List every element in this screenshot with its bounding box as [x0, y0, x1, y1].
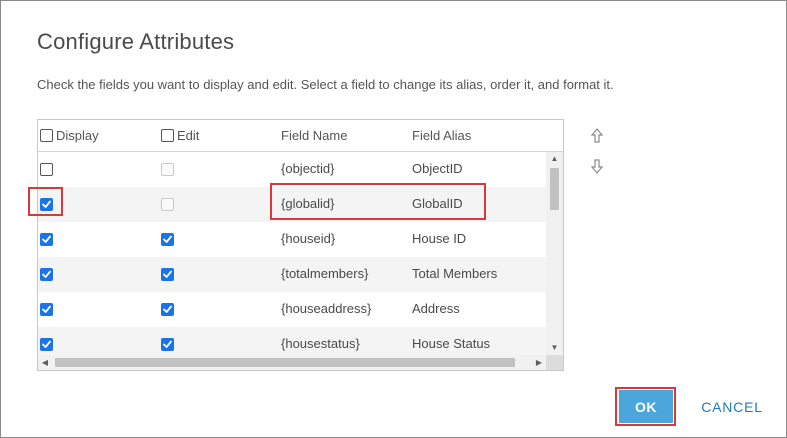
field-name-cell: {globalid} [281, 196, 335, 211]
table-row[interactable]: {objectid} ObjectID [38, 152, 546, 187]
table-row[interactable]: {houseaddress} Address [38, 292, 546, 327]
scroll-right-arrow-icon[interactable]: ▶ [532, 355, 546, 370]
display-checkbox[interactable] [40, 268, 53, 281]
edit-checkbox [161, 163, 174, 176]
field-alias-cell: Total Members [412, 266, 498, 281]
scroll-down-arrow-icon[interactable]: ▼ [546, 341, 563, 355]
header-field-name: Field Name [281, 128, 348, 143]
display-checkbox[interactable] [40, 303, 53, 316]
move-down-button[interactable] [588, 156, 606, 176]
dialog-description: Check the fields you want to display and… [37, 77, 614, 92]
vertical-scrollbar[interactable]: ▲ ▼ [546, 152, 563, 355]
edit-checkbox [161, 198, 174, 211]
scroll-up-arrow-icon[interactable]: ▲ [546, 152, 563, 166]
horizontal-scroll-thumb[interactable] [55, 358, 515, 367]
configure-attributes-dialog: Configure Attributes Check the fields yo… [0, 0, 787, 438]
edit-checkbox[interactable] [161, 338, 174, 351]
header-edit: Edit [161, 128, 199, 143]
arrow-up-icon [591, 127, 603, 143]
field-alias-cell: House Status [412, 336, 491, 351]
display-checkbox[interactable] [40, 198, 53, 211]
field-alias-cell: ObjectID [412, 161, 463, 176]
display-checkbox[interactable] [40, 163, 53, 176]
select-all-display-checkbox[interactable] [40, 129, 53, 142]
edit-checkbox[interactable] [161, 233, 174, 246]
table-row[interactable]: {houseid} House ID [38, 222, 546, 257]
display-checkbox[interactable] [40, 233, 53, 246]
vertical-scroll-thumb[interactable] [550, 168, 559, 210]
edit-checkbox[interactable] [161, 303, 174, 316]
field-name-cell: {houseaddress} [281, 301, 372, 316]
field-name-cell: {housestatus} [281, 336, 360, 351]
scroll-left-arrow-icon[interactable]: ◀ [38, 355, 52, 370]
display-checkbox[interactable] [40, 338, 53, 351]
select-all-edit-checkbox[interactable] [161, 129, 174, 142]
header-field-alias: Field Alias [412, 128, 472, 143]
dialog-title: Configure Attributes [37, 29, 235, 54]
horizontal-scrollbar[interactable]: ◀ ▶ [38, 355, 546, 370]
scrollbar-corner [546, 355, 563, 370]
field-alias-cell: GlobalID [412, 196, 463, 211]
cancel-button[interactable]: CANCEL [691, 390, 773, 423]
field-alias-cell: House ID [412, 231, 467, 246]
fields-table: Display Edit Field Name Field Alias {obj… [37, 119, 564, 371]
ok-button[interactable]: OK [619, 390, 673, 423]
header-edit-label: Edit [177, 128, 200, 143]
table-row[interactable]: {globalid} GlobalID [38, 187, 546, 222]
header-display: Display [40, 128, 99, 143]
table-row[interactable]: {totalmembers} Total Members [38, 257, 546, 292]
edit-checkbox[interactable] [161, 268, 174, 281]
field-name-cell: {objectid} [281, 161, 335, 176]
table-header: Display Edit Field Name Field Alias [38, 120, 563, 152]
move-up-button[interactable] [588, 125, 606, 145]
field-name-cell: {houseid} [281, 231, 336, 246]
field-name-cell: {totalmembers} [281, 266, 369, 281]
header-display-label: Display [56, 128, 99, 143]
field-alias-cell: Address [412, 301, 460, 316]
arrow-down-icon [591, 158, 603, 174]
